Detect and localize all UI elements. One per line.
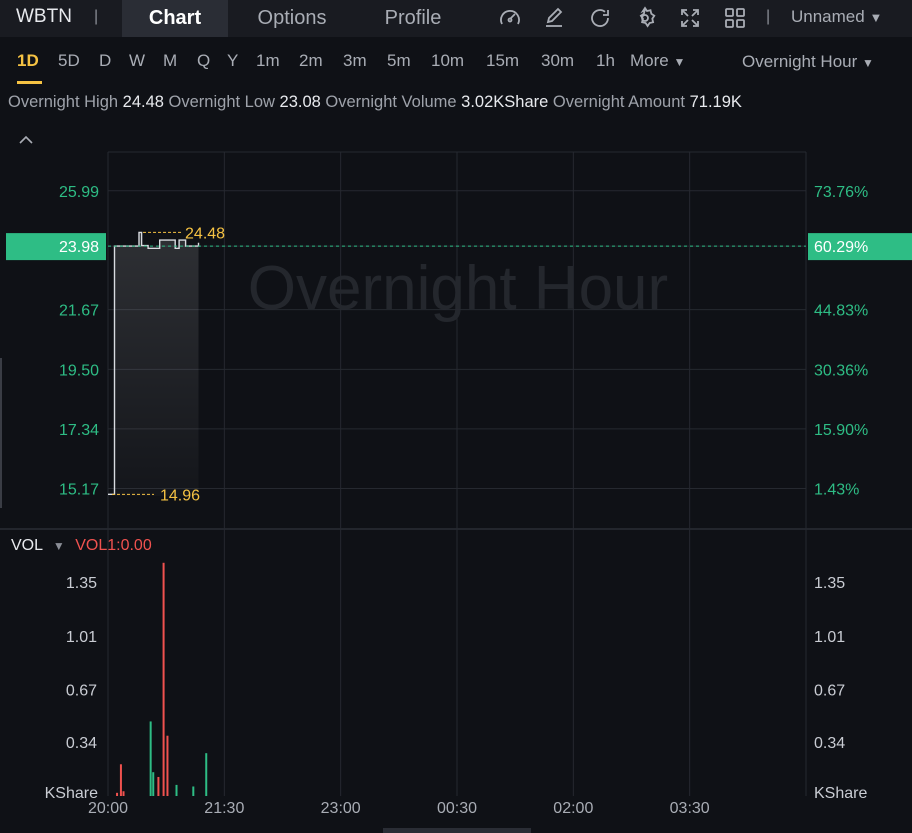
- volume-bar: [175, 784, 178, 796]
- volume-indicator: VOL1:0.00: [75, 537, 152, 554]
- volume-legend: VOL ▼ VOL1:0.00: [11, 537, 152, 555]
- volume-bar: [116, 792, 119, 796]
- volume-unit-right: KShare: [814, 785, 867, 802]
- volume-unit-left: KShare: [45, 785, 98, 802]
- volume-bar: [205, 753, 208, 796]
- volume-bar: [119, 764, 122, 796]
- chart-canvas[interactable]: Overnight Hour 23.98 60.29% 24.48 14.96 20:…: [0, 0, 912, 833]
- x-tick-label: 23:00: [321, 800, 361, 817]
- volume-tick-left: 1.01: [66, 629, 97, 646]
- volume-tick-right: 1.35: [814, 575, 845, 592]
- y-tick-label-left: 15.17: [59, 482, 99, 499]
- max-price-label: 24.48: [185, 225, 225, 242]
- min-price-label: 14.96: [160, 487, 200, 504]
- y-tick-label-left: 25.99: [59, 184, 99, 201]
- last-price-label: 23.98: [59, 239, 99, 256]
- volume-bar: [152, 772, 155, 796]
- last-pct-label: 60.29%: [814, 239, 868, 256]
- price-area: [108, 232, 199, 496]
- x-tick-label: 21:30: [204, 800, 244, 817]
- y-tick-label-right: 73.76%: [814, 184, 868, 201]
- y-tick-label-right: 15.90%: [814, 422, 868, 439]
- volume-title: VOL: [11, 537, 43, 554]
- volume-tick-left: 1.35: [66, 575, 97, 592]
- y-tick-label-left: 21.67: [59, 303, 99, 320]
- x-tick-label: 20:00: [88, 800, 128, 817]
- volume-tick-right: 0.67: [814, 683, 845, 700]
- y-tick-label-left: 19.50: [59, 362, 99, 379]
- volume-tick-right: 1.01: [814, 629, 845, 646]
- caret-down-icon[interactable]: ▼: [53, 539, 65, 553]
- volume-bar: [166, 735, 169, 796]
- x-tick-label: 00:30: [437, 800, 477, 817]
- panel-edge: [0, 358, 2, 508]
- y-tick-label-right: 44.83%: [814, 303, 868, 320]
- collapse-icon[interactable]: [19, 135, 33, 144]
- y-tick-label-right: 30.36%: [814, 362, 868, 379]
- volume-tick-left: 0.67: [66, 683, 97, 700]
- volume-bar: [192, 786, 195, 796]
- volume-bar: [157, 776, 160, 796]
- y-tick-label-right: 1.43%: [814, 482, 859, 499]
- x-tick-label: 03:30: [670, 800, 710, 817]
- scroll-handle[interactable]: [383, 828, 531, 833]
- volume-bar: [149, 721, 152, 796]
- volume-tick-left: 0.34: [66, 735, 97, 752]
- volume-bar: [122, 791, 125, 796]
- y-tick-label-left: 17.34: [59, 422, 99, 439]
- chart-watermark: Overnight Hour: [248, 254, 668, 323]
- volume-bar: [162, 562, 165, 796]
- x-tick-label: 02:00: [553, 800, 593, 817]
- volume-tick-right: 0.34: [814, 735, 845, 752]
